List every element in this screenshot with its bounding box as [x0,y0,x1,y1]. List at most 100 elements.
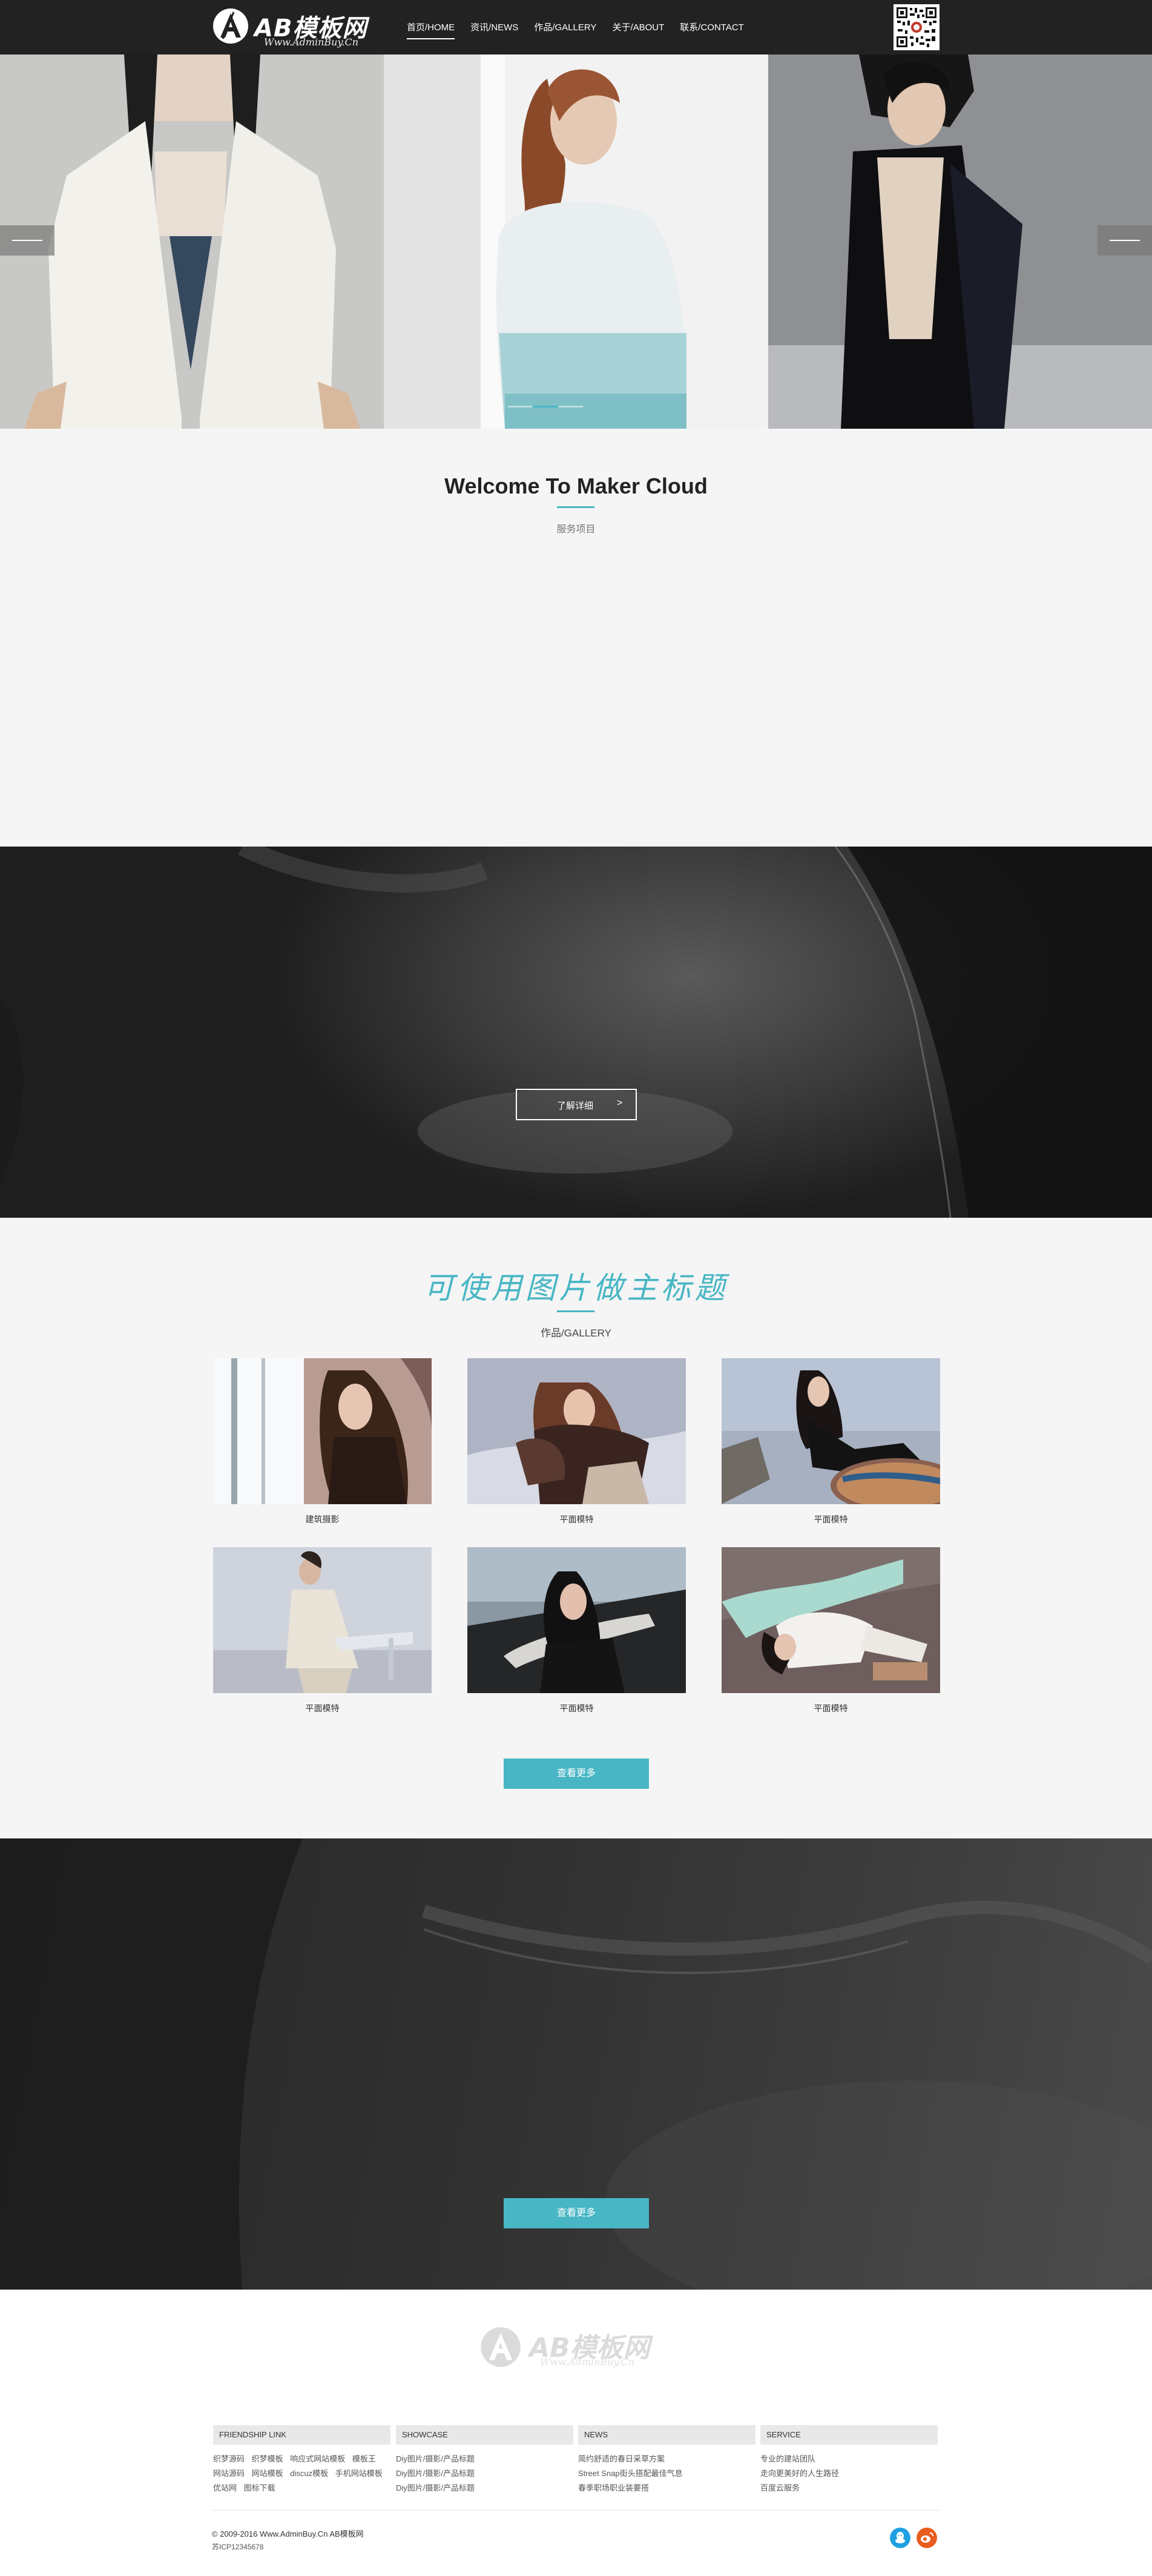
footer-column-title: FRIENDSHIP LINK [213,2425,390,2445]
footer-link[interactable]: 网站模板 [252,2469,283,2478]
footer-link-row: Street Snap街头搭配最佳气息 [578,2466,755,2481]
gallery-image [467,1547,686,1693]
footer-column-service: SERVICE 专业的建站团队 走向更美好的人生路径 百度云服务 [760,2425,938,2495]
hero-slide-image-2 [384,54,768,429]
hero-carousel [0,54,1152,429]
main-nav: 首页/HOME 资讯/NEWS 作品/GALLERY 关于/ABOUT 联系/C… [407,21,760,39]
gallery-image [213,1547,432,1693]
footer-link[interactable]: 专业的建站团队 [760,2454,815,2463]
footer-link[interactable]: 简约舒适的春日采草方案 [578,2454,665,2463]
footer-column-title: SHOWCASE [396,2425,573,2445]
footer-link-list: 简约舒适的春日采草方案 Street Snap街头搭配最佳气息 春季职场职业装要… [578,2452,755,2495]
footer-link[interactable]: 模板王 [352,2454,376,2463]
footer-link-row: 织梦源码 织梦模板 响应式网站模板 模板王 [213,2452,390,2466]
footer-link-row: Diy图片/摄影/产品标题 [396,2452,573,2466]
footer-link-row: 网站源码 网站模板 discuz模板 手机网站模板 [213,2466,390,2481]
nav-about[interactable]: 关于/ABOUT [612,21,664,39]
feature-banner: 了解详细 > [0,847,1152,1218]
footer-link[interactable]: Diy图片/摄影/产品标题 [396,2454,475,2463]
footer-link-row: 百度云服务 [760,2481,938,2495]
footer-link[interactable]: Diy图片/摄影/产品标题 [396,2483,475,2492]
nav-contact[interactable]: 联系/CONTACT [680,21,744,39]
carousel-dot[interactable] [508,406,532,408]
footer-link-row: 专业的建站团队 [760,2452,938,2466]
footer-link-row: Diy图片/摄影/产品标题 [396,2466,573,2481]
learn-more-label: 了解详细 [557,1101,594,1111]
footer-link[interactable]: 优站网 [213,2483,237,2492]
footer-logo-url: Www.AdminBuy.Cn [540,2356,635,2368]
footer-link-list: 专业的建站团队 走向更美好的人生路径 百度云服务 [760,2452,938,2495]
feature-banner-background [0,847,1152,1218]
footer-link-list: 织梦源码 织梦模板 响应式网站模板 模板王 网站源码 网站模板 discuz模板… [213,2452,390,2495]
carousel-prev-button[interactable] [0,225,54,256]
carousel-dot-active[interactable] [533,406,558,408]
footer-link-row: Diy图片/摄影/产品标题 [396,2481,573,2495]
footer-link-row: 走向更美好的人生路径 [760,2466,938,2481]
gallery-item[interactable]: 平面模特 [467,1547,686,1717]
gallery-title: 可使用图片做主标题 [423,1270,729,1306]
site-footer: AB模板网 Www.AdminBuy.Cn FRIENDSHIP LINK 织梦… [0,2290,1152,2576]
footer-link-row: 简约舒适的春日采草方案 [578,2452,755,2466]
gallery-item[interactable]: 平面模特 [213,1547,432,1717]
nav-gallery[interactable]: 作品/GALLERY [534,21,596,39]
welcome-title: Welcome To Maker Cloud [444,474,708,498]
footer-link[interactable]: 春季职场职业装要搭 [578,2483,649,2492]
nav-news[interactable]: 资讯/NEWS [470,21,518,39]
weibo-icon[interactable] [917,2528,937,2548]
footer-link[interactable]: 图标下载 [244,2483,275,2492]
gallery-caption: 平面模特 [559,1703,594,1713]
footer-link[interactable]: Diy图片/摄影/产品标题 [396,2469,475,2478]
gallery-caption: 平面模特 [305,1703,340,1713]
footer-logo[interactable]: AB模板网 Www.AdminBuy.Cn [479,2323,661,2372]
gallery-caption: 平面模特 [814,1703,848,1713]
gallery-section: 可使用图片做主标题 作品/GALLERY 建筑摄影 平面模特 平面模特 平面模特… [0,1218,1152,1838]
footer-link[interactable]: 手机网站模板 [335,2469,383,2478]
gallery-caption: 平面模特 [814,1514,848,1524]
footer-link[interactable]: 响应式网站模板 [290,2454,345,2463]
footer-column-showcase: SHOWCASE Diy图片/摄影/产品标题 Diy图片/摄影/产品标题 Diy… [396,2425,573,2495]
copyright-text: © 2009-2016 Www.AdminBuy.Cn AB模板网 [212,2529,364,2538]
footer-link[interactable]: discuz模板 [290,2469,328,2478]
footer-link[interactable]: 走向更美好的人生路径 [760,2469,839,2478]
gallery-item[interactable]: 建筑摄影 [213,1358,432,1528]
title-underline [557,1310,594,1312]
gallery-image [722,1358,940,1504]
site-logo[interactable]: AB模板网 Www.AdminBuy.Cn [212,7,375,50]
learn-more-button[interactable]: 了解详细 > [516,1089,637,1120]
arrow-right-icon [1110,240,1140,241]
footer-column-title: SERVICE [760,2425,938,2445]
promo-more-button[interactable]: 查看更多 [504,2198,649,2228]
footer-link[interactable]: 织梦源码 [213,2454,245,2463]
gallery-image [467,1358,686,1504]
footer-divider [212,2510,940,2511]
nav-home[interactable]: 首页/HOME [407,21,455,39]
footer-link-list: Diy图片/摄影/产品标题 Diy图片/摄影/产品标题 Diy图片/摄影/产品标… [396,2452,573,2495]
gallery-more-button[interactable]: 查看更多 [504,1759,649,1789]
welcome-section: Welcome To Maker Cloud 服务项目 [0,429,1152,847]
qq-icon[interactable] [890,2528,910,2548]
logo-a-icon [213,8,248,44]
footer-link[interactable]: 网站源码 [213,2469,245,2478]
footer-link-row: 优站网 图标下载 [213,2481,390,2495]
carousel-dot[interactable] [559,406,583,408]
footer-link[interactable]: Street Snap街头搭配最佳气息 [578,2469,683,2478]
footer-column-friendship-link: FRIENDSHIP LINK 织梦源码 织梦模板 响应式网站模板 模板王 网站… [213,2425,390,2495]
footer-link[interactable]: 百度云服务 [760,2483,800,2492]
footer-column-title: NEWS [578,2425,755,2445]
gallery-image [722,1547,940,1693]
gallery-item[interactable]: 平面模特 [467,1358,686,1528]
site-header: AB模板网 Www.AdminBuy.Cn 首页/HOME 资讯/NEWS 作品… [0,0,1152,54]
gallery-item[interactable]: 平面模特 [722,1358,940,1528]
promo-banner: 查看更多 [0,1838,1152,2290]
title-underline [557,506,594,508]
logo-a-icon [481,2327,521,2367]
logo-url: Www.AdminBuy.Cn [264,36,359,48]
arrow-left-icon [12,240,42,241]
gallery-item[interactable]: 平面模特 [722,1547,940,1717]
footer-link-row: 春季职场职业装要搭 [578,2481,755,2495]
carousel-next-button[interactable] [1098,225,1152,256]
gallery-subtitle: 作品/GALLERY [541,1327,611,1339]
footer-link[interactable]: 织梦模板 [252,2454,283,2463]
welcome-subtitle: 服务项目 [556,524,596,535]
chevron-right-icon: > [617,1098,623,1108]
